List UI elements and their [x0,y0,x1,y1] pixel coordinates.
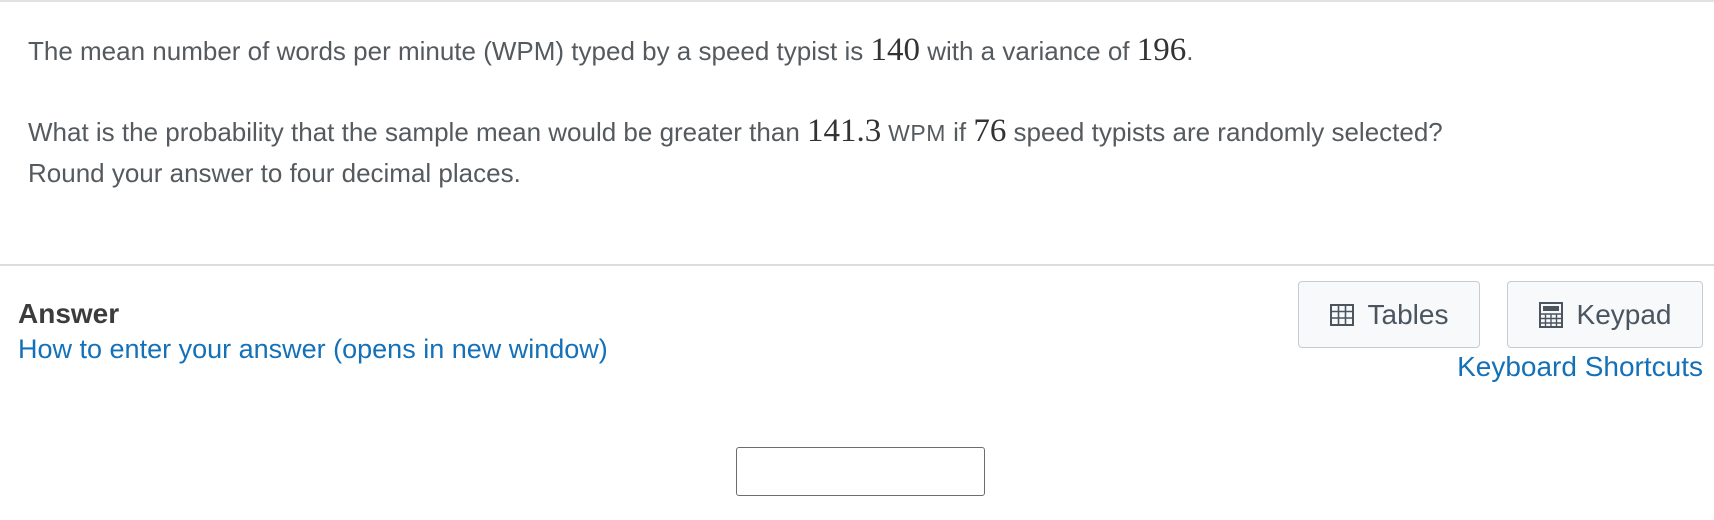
unit-label: WPM [881,120,946,146]
question-text-segment: speed typists are randomly selected? [1006,117,1443,147]
answer-input[interactable] [736,447,985,496]
question-paragraph-1: The mean number of words per minute (WPM… [28,30,1688,71]
top-divider [0,0,1714,2]
section-divider [0,264,1714,266]
question-text: The mean number of words per minute (WPM… [28,30,1688,193]
sample-size-value: 76 [973,113,1007,149]
question-text-segment: with a variance of [919,36,1137,66]
question-text-segment: if [945,117,974,147]
variance-value: 196 [1136,32,1187,68]
rounding-instruction: Round your answer to four decimal places… [28,158,521,188]
keypad-button-label: Keypad [1576,298,1672,330]
keyboard-shortcuts-link[interactable]: Keyboard Shortcuts [1457,351,1703,383]
question-text-segment: . [1186,36,1194,66]
question-paragraph-2: What is the probability that the sample … [28,111,1688,193]
calculator-icon [1538,301,1563,328]
tables-button-label: Tables [1367,298,1449,330]
answer-help-link[interactable]: How to enter your answer (opens in new w… [18,334,608,365]
keypad-button[interactable]: Keypad [1507,281,1703,348]
tables-button[interactable]: Tables [1298,281,1480,348]
question-text-segment: What is the probability that the sample … [28,117,807,147]
answer-heading: Answer [18,298,120,329]
threshold-value: 141.3 [807,113,882,149]
table-icon [1329,303,1354,326]
question-text-segment: The mean number of words per minute (WPM… [28,36,871,66]
mean-value: 140 [870,32,920,68]
